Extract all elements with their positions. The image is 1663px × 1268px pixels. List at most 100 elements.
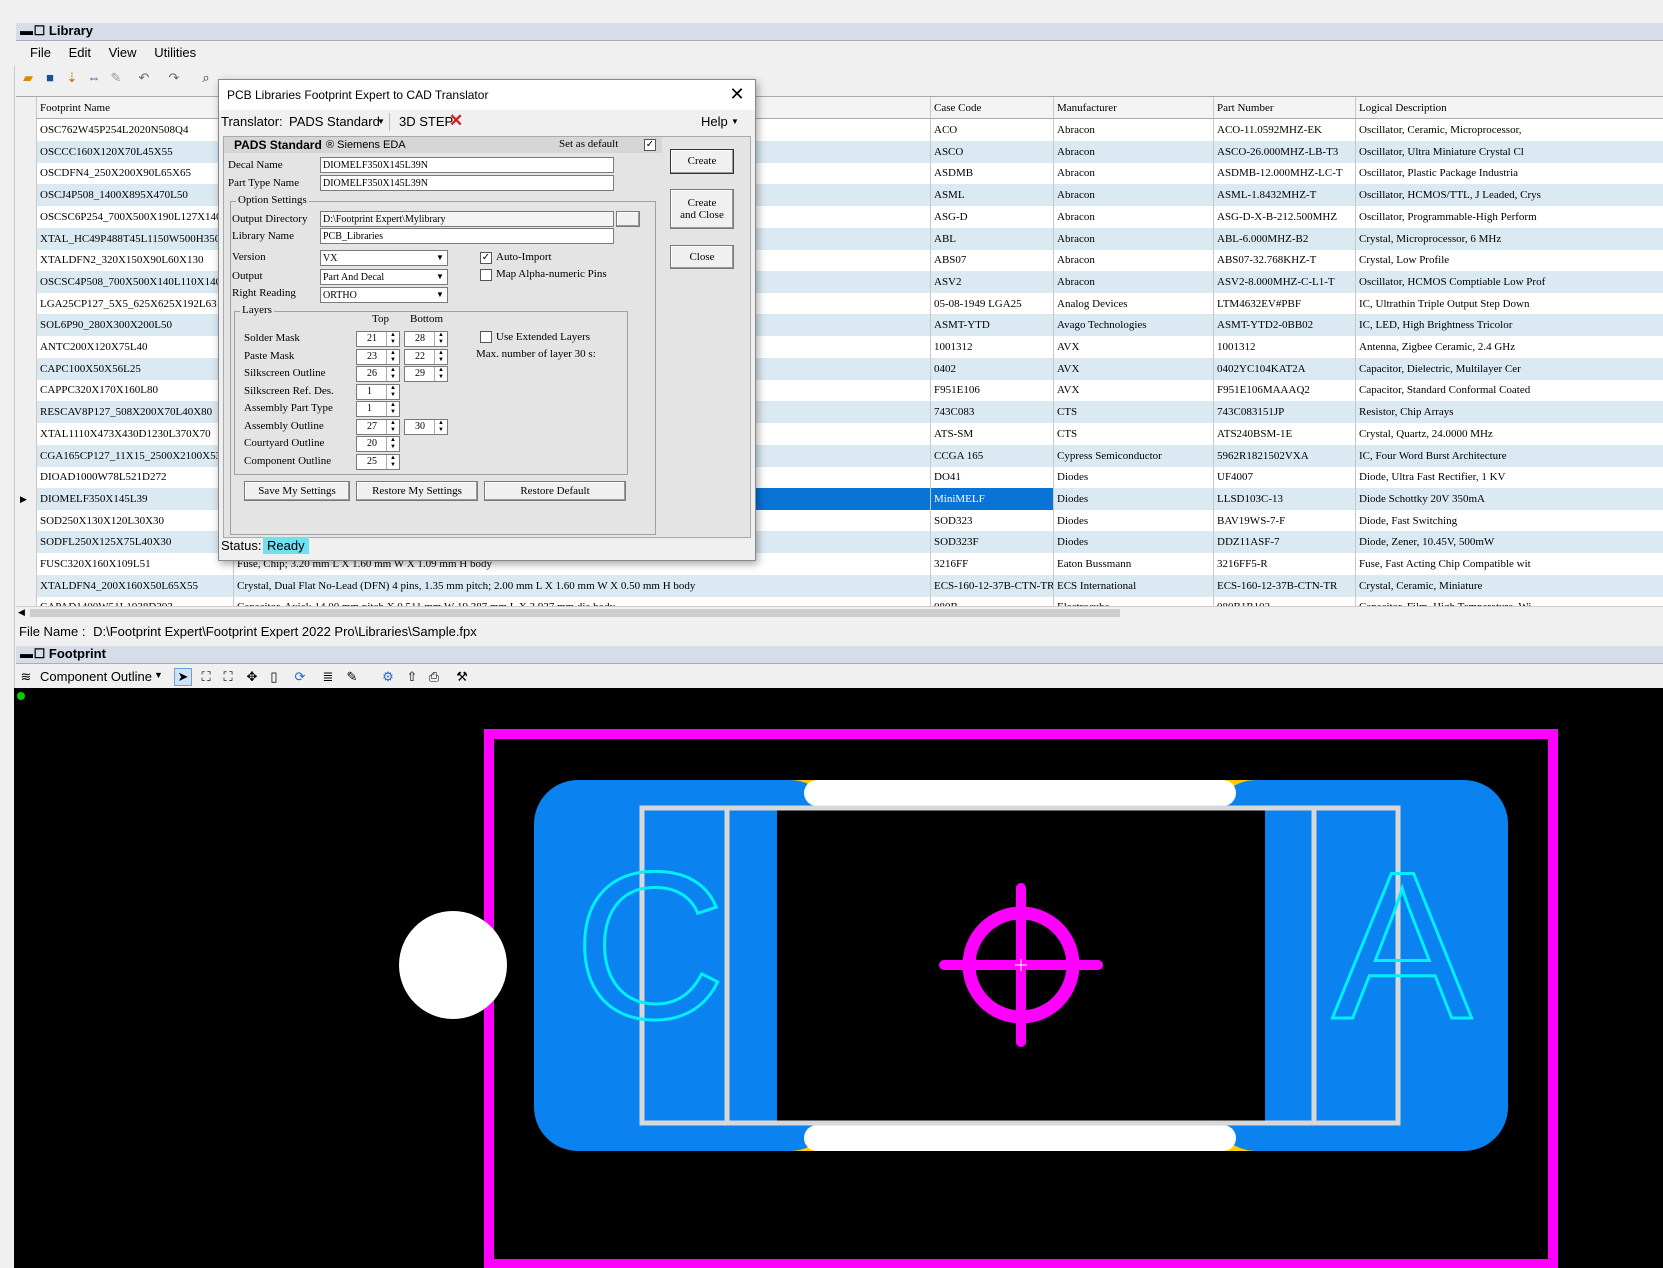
- import-icon[interactable]: ⇣: [64, 70, 80, 86]
- output-select[interactable]: Part And Decal ▼: [320, 269, 448, 285]
- layer-top-spinner[interactable]: 25 ▲ ▼: [356, 453, 400, 470]
- layer-bottom-spinner[interactable]: 28 ▲ ▼: [404, 331, 448, 347]
- layer-bottom-spinner[interactable]: 29 ▲ ▼: [404, 366, 448, 382]
- column-header-mfr[interactable]: Manufacturer: [1053, 97, 1213, 119]
- wrench-icon[interactable]: ⚒: [454, 669, 470, 685]
- row-header[interactable]: [16, 249, 37, 272]
- row-header[interactable]: ▶: [16, 487, 37, 510]
- chevron-down-icon[interactable]: ▼: [434, 271, 446, 283]
- right-reading-select[interactable]: ORTHO ▼: [320, 287, 448, 303]
- tools-icon[interactable]: ✎: [108, 70, 124, 86]
- layer-bottom-spinner[interactable]: 30 ▲ ▼: [404, 418, 448, 435]
- row-header[interactable]: [16, 270, 37, 293]
- row-header[interactable]: [16, 205, 37, 228]
- row-header[interactable]: [16, 574, 37, 597]
- browse-button[interactable]: [616, 211, 640, 227]
- set-default-checkbox[interactable]: ✓: [644, 139, 656, 151]
- measure-icon[interactable]: ▯: [266, 669, 282, 685]
- restore-settings-button[interactable]: Restore My Settings: [356, 481, 478, 501]
- row-header[interactable]: [16, 184, 37, 207]
- translator-select[interactable]: PADS Standard: [289, 114, 380, 129]
- row-header[interactable]: [16, 227, 37, 250]
- column-header-logical[interactable]: Logical Description: [1355, 97, 1663, 119]
- x-close-icon[interactable]: ✕: [449, 111, 463, 131]
- extended-layers-checkbox[interactable]: [480, 331, 492, 343]
- menu-edit[interactable]: Edit: [69, 43, 91, 60]
- layer-top-spinner[interactable]: 23 ▲ ▼: [356, 348, 400, 365]
- spinner-arrows-icon[interactable]: ▲ ▼: [434, 332, 447, 346]
- row-header[interactable]: [16, 444, 37, 467]
- collapse-icon[interactable]: ▬: [20, 646, 33, 661]
- save-icon[interactable]: ■: [42, 70, 58, 86]
- row-header[interactable]: [16, 379, 37, 402]
- row-header[interactable]: [16, 314, 37, 337]
- library-name-input[interactable]: PCB_Libraries: [320, 228, 614, 244]
- row-header[interactable]: [16, 119, 37, 141]
- help-menu[interactable]: Help: [701, 114, 728, 129]
- select-pointer-icon[interactable]: ➤: [174, 668, 192, 686]
- row-header[interactable]: [16, 292, 37, 315]
- spinner-arrows-icon[interactable]: ▲ ▼: [434, 367, 447, 381]
- row-header[interactable]: [16, 553, 37, 575]
- chevron-down-icon[interactable]: ▼: [434, 289, 446, 301]
- row-header[interactable]: [16, 357, 37, 380]
- column-header-case[interactable]: Case Code: [930, 97, 1053, 119]
- create-and-close-button[interactable]: Create and Close: [670, 189, 734, 229]
- row-header[interactable]: [16, 336, 37, 358]
- row-header[interactable]: [16, 162, 37, 185]
- layer-top-spinner[interactable]: 1 ▲ ▼: [356, 383, 400, 400]
- layer-stack-icon[interactable]: ≣: [320, 669, 336, 685]
- spinner-arrows-icon[interactable]: ▲ ▼: [386, 454, 399, 469]
- layer-top-spinner[interactable]: 21 ▲ ▼: [356, 331, 400, 347]
- chevron-down-icon[interactable]: ▼: [377, 117, 385, 126]
- footprint-canvas[interactable]: C A: [14, 688, 1663, 1268]
- search-icon[interactable]: ⌕: [198, 70, 214, 86]
- row-header[interactable]: [16, 422, 37, 445]
- collapse-icon[interactable]: ▬: [20, 23, 33, 38]
- export-icon[interactable]: ⇧: [404, 669, 420, 685]
- layer-top-spinner[interactable]: 26 ▲ ▼: [356, 366, 400, 382]
- column-header-part[interactable]: Part Number: [1213, 97, 1355, 119]
- spinner-arrows-icon[interactable]: ▲ ▼: [386, 349, 399, 364]
- row-header[interactable]: [16, 401, 37, 424]
- pan-icon[interactable]: ✥: [244, 669, 260, 685]
- layer-top-spinner[interactable]: 1 ▲ ▼: [356, 401, 400, 417]
- layer-top-spinner[interactable]: 27 ▲ ▼: [356, 418, 400, 435]
- scroll-left-icon[interactable]: ◀: [18, 607, 25, 618]
- map-alpha-checkbox[interactable]: [480, 269, 492, 281]
- step-label[interactable]: 3D STEP: [399, 114, 453, 129]
- close-button[interactable]: Close: [670, 245, 734, 269]
- plug-icon[interactable]: ⚙: [380, 669, 396, 685]
- output-dir-input[interactable]: D:\Footprint Expert\Mylibrary: [320, 211, 614, 227]
- spinner-arrows-icon[interactable]: ▲ ▼: [386, 332, 399, 346]
- undo-icon[interactable]: ↶: [136, 70, 152, 86]
- chevron-down-icon[interactable]: ▼: [434, 252, 446, 264]
- decal-name-input[interactable]: DIOMELF350X145L39N: [320, 157, 614, 173]
- draw-icon[interactable]: ✎: [344, 669, 360, 685]
- spinner-arrows-icon[interactable]: ▲ ▼: [386, 402, 399, 416]
- column-header-name[interactable]: Footprint Name: [36, 97, 233, 119]
- row-header[interactable]: [16, 509, 37, 532]
- restore-default-button[interactable]: Restore Default: [484, 481, 626, 501]
- spinner-arrows-icon[interactable]: ▲ ▼: [386, 384, 399, 399]
- close-icon[interactable]: ✕: [727, 80, 747, 110]
- zoom-fit-icon[interactable]: ⛶: [198, 669, 214, 685]
- menu-view[interactable]: View: [109, 43, 137, 60]
- version-select[interactable]: VX ▼: [320, 250, 448, 266]
- save-settings-button[interactable]: Save My Settings: [244, 481, 350, 501]
- menu-utilities[interactable]: Utilities: [154, 43, 196, 60]
- scrollbar-thumb[interactable]: [30, 609, 1120, 617]
- menu-file[interactable]: File: [30, 43, 51, 60]
- chevron-down-icon[interactable]: ▼: [731, 117, 739, 126]
- print-icon[interactable]: ⎙: [426, 669, 442, 685]
- row-header[interactable]: [16, 140, 37, 163]
- chevron-down-icon[interactable]: ▼: [154, 670, 163, 680]
- zoom-window-icon[interactable]: ⛶: [220, 669, 236, 685]
- layer-select[interactable]: Component Outline: [40, 669, 152, 684]
- redo-icon[interactable]: ↷: [166, 70, 182, 86]
- table-row[interactable]: XTALDFN4_200X160X50L65X55 Crystal, Dual F…: [16, 574, 1663, 597]
- compare-icon[interactable]: ⇔: [86, 70, 102, 86]
- spinner-arrows-icon[interactable]: ▲ ▼: [434, 349, 447, 364]
- row-header[interactable]: [16, 466, 37, 489]
- create-button[interactable]: Create: [670, 149, 734, 174]
